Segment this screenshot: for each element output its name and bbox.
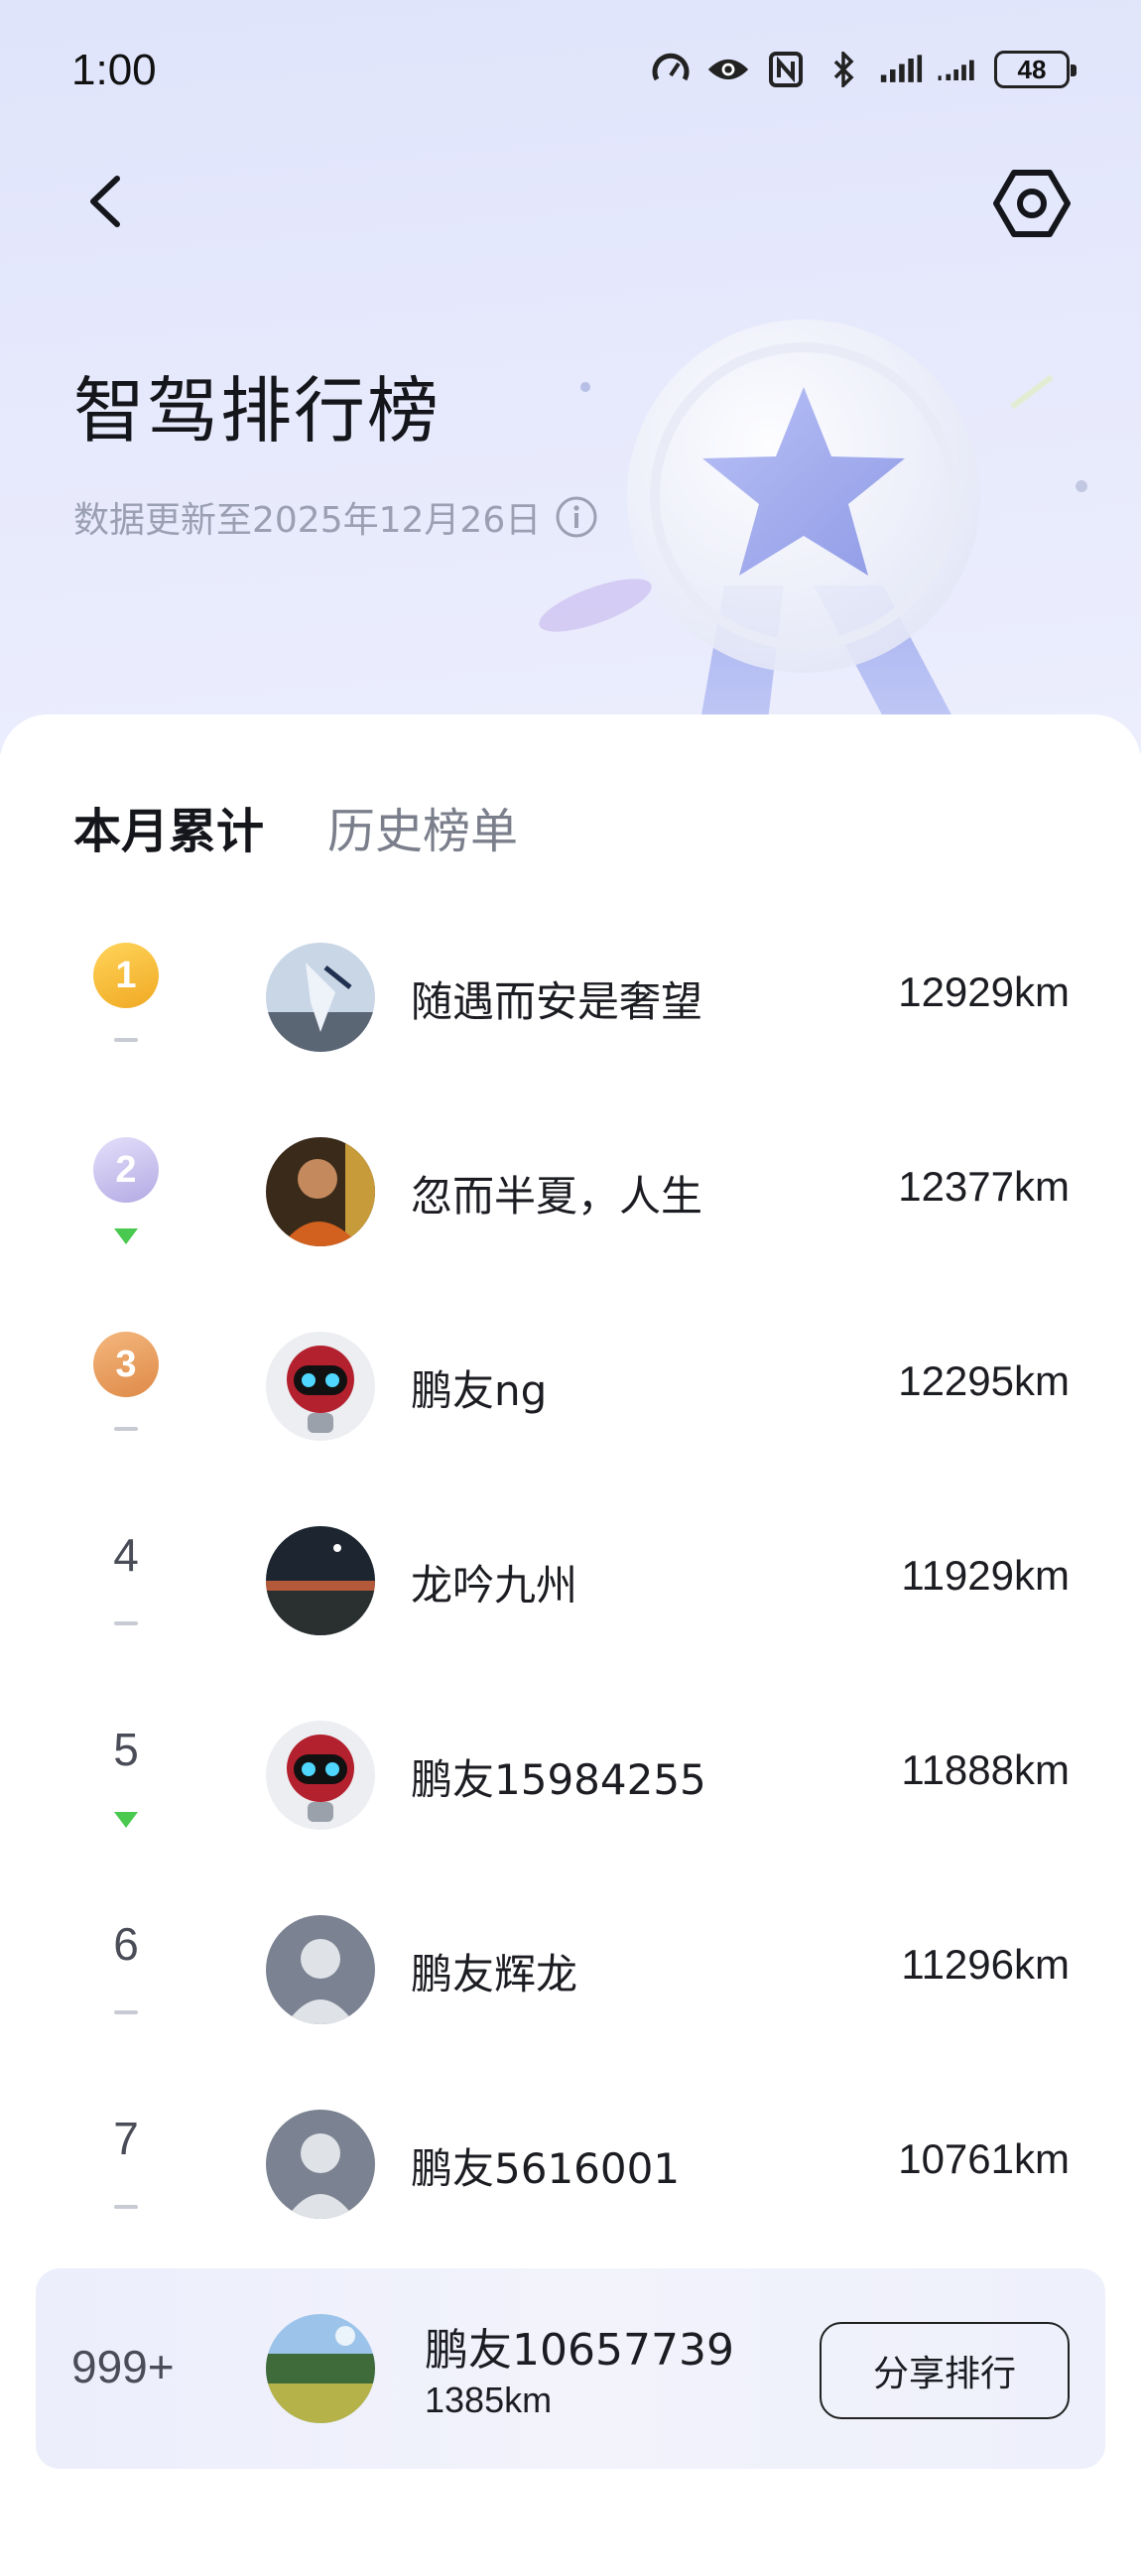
list-item[interactable]: 5 鹏友15984255 11888km — [0, 1711, 1141, 1879]
rank-number: 6 — [113, 1918, 139, 1970]
trend-flat-icon — [114, 1621, 138, 1625]
battery-indicator: 48 — [994, 51, 1077, 88]
rank-indicator: 1 — [87, 943, 167, 1092]
signal-icon — [879, 50, 923, 89]
info-icon[interactable] — [555, 495, 598, 539]
rank-indicator: 5 — [87, 1721, 167, 1869]
my-user-distance: 1385km — [425, 2380, 553, 2420]
rank-indicator: 6 — [87, 1915, 167, 2064]
user-distance: 12377km — [898, 1163, 1070, 1210]
trend-down-icon — [114, 1812, 138, 1828]
page-title: 智驾排行榜 — [73, 369, 442, 452]
tab-history[interactable]: 历史榜单 — [327, 792, 518, 861]
user-name: 龙吟九州 — [411, 1561, 578, 1610]
silver-rank-badge: 2 — [93, 1137, 159, 1203]
status-bar: 1:00 48 — [0, 40, 1141, 109]
tab-bar: 本月累计 历史榜单 — [73, 792, 518, 861]
rank-indicator: 3 — [87, 1332, 167, 1481]
avatar[interactable] — [266, 1526, 375, 1635]
bluetooth-icon — [822, 50, 865, 89]
eye-icon — [706, 50, 750, 89]
rank-number: 7 — [113, 2113, 139, 2164]
user-distance: 12929km — [898, 968, 1070, 1015]
avatar[interactable] — [266, 1137, 375, 1246]
back-button[interactable] — [77, 167, 137, 236]
avatar[interactable] — [266, 1721, 375, 1830]
nfc-icon — [764, 50, 808, 89]
trend-down-icon — [114, 1228, 138, 1244]
signal-2-icon — [937, 50, 980, 89]
trend-flat-icon — [114, 1427, 138, 1431]
user-distance: 11929km — [901, 1552, 1070, 1599]
chevron-left-icon — [90, 176, 120, 227]
my-user-name: 鹏友10657739 — [425, 2325, 734, 2376]
user-distance: 12295km — [898, 1357, 1070, 1404]
list-item[interactable]: 6 鹏友辉龙 11296km — [0, 1905, 1141, 2074]
my-avatar[interactable] — [266, 2314, 375, 2423]
avatar[interactable] — [266, 943, 375, 1052]
trend-flat-icon — [114, 2010, 138, 2014]
update-date: 数据更新至2025年12月26日 — [73, 491, 598, 543]
list-item[interactable]: 7 鹏友5616001 10761km — [0, 2100, 1141, 2268]
speed-icon — [649, 50, 693, 89]
list-item[interactable]: 4 龙吟九州 11929km — [0, 1516, 1141, 1685]
update-date-text: 数据更新至2025年12月26日 — [73, 500, 542, 541]
trend-flat-icon — [114, 2205, 138, 2209]
rank-number: 5 — [113, 1724, 139, 1775]
header-banner: 1:00 48 智驾排行榜 数据更新至2025年12月26日 — [0, 0, 1141, 754]
avatar[interactable] — [266, 1332, 375, 1441]
default-avatar-icon[interactable] — [266, 2110, 375, 2219]
rank-number: 4 — [113, 1529, 139, 1581]
user-name: 忽而半夏，人生 — [411, 1172, 703, 1221]
rank-indicator: 2 — [87, 1137, 167, 1286]
rank-indicator: 4 — [87, 1526, 167, 1675]
star-medal-illustration — [539, 320, 1087, 754]
status-time: 1:00 — [71, 46, 157, 94]
user-distance: 10761km — [898, 2135, 1070, 2182]
list-item[interactable]: 1 随遇而安是奢望 12929km — [0, 933, 1141, 1101]
share-ranking-button[interactable]: 分享排行 — [820, 2322, 1070, 2419]
user-name: 鹏友5616001 — [411, 2144, 681, 2193]
settings-button[interactable] — [992, 167, 1072, 240]
user-name: 鹏友辉龙 — [411, 1950, 578, 1998]
my-rank-number: 999+ — [71, 2341, 175, 2392]
settings-hexagon-icon — [993, 170, 1071, 237]
user-name: 随遇而安是奢望 — [411, 977, 703, 1026]
list-item[interactable]: 2 忽而半夏，人生 12377km — [0, 1127, 1141, 1296]
default-avatar-icon[interactable] — [266, 1915, 375, 2024]
trend-flat-icon — [114, 1038, 138, 1042]
bronze-rank-badge: 3 — [93, 1332, 159, 1397]
my-rank-bar: 999+ 鹏友10657739 1385km 分享排行 — [36, 2268, 1105, 2469]
list-item[interactable]: 3 鹏友ng 12295km — [0, 1322, 1141, 1490]
user-distance: 11296km — [901, 1941, 1070, 1988]
user-distance: 11888km — [901, 1746, 1070, 1793]
tab-this-month[interactable]: 本月累计 — [73, 792, 264, 861]
gold-rank-badge: 1 — [93, 943, 159, 1008]
user-name: 鹏友15984255 — [411, 1755, 706, 1804]
user-name: 鹏友ng — [411, 1366, 548, 1415]
rank-indicator: 7 — [87, 2110, 167, 2258]
